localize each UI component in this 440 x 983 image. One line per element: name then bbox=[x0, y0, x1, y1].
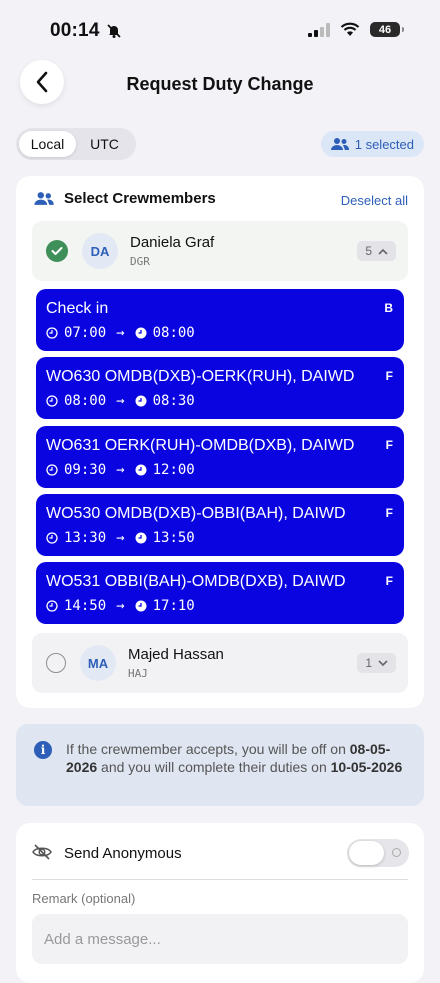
duty-count-toggle[interactable]: 5 bbox=[357, 241, 396, 261]
arrow-right-icon: → bbox=[116, 462, 125, 478]
duty-end: 13:50 bbox=[152, 530, 195, 546]
crew-name: Daniela Graf bbox=[130, 234, 215, 251]
crew-code: HAJ bbox=[128, 667, 148, 680]
duty-end: 17:10 bbox=[152, 598, 195, 614]
clock-end-icon bbox=[135, 395, 147, 407]
duty-count-toggle[interactable]: 1 bbox=[357, 653, 396, 673]
toggle-knob bbox=[349, 841, 384, 865]
avatar: MA bbox=[80, 645, 116, 681]
duty-item[interactable]: WO531 OBBI(BAH)-OMDB(DXB), DAIWD F 14:50… bbox=[36, 562, 404, 624]
duty-start: 14:50 bbox=[64, 598, 107, 614]
crew-name: Majed Hassan bbox=[128, 646, 224, 663]
clock-end-icon bbox=[135, 600, 147, 612]
deselect-all-link[interactable]: Deselect all bbox=[341, 193, 408, 208]
clock-end-icon bbox=[135, 532, 147, 544]
users-icon bbox=[34, 192, 54, 205]
checkmark-icon[interactable] bbox=[46, 240, 68, 262]
send-anonymous-toggle[interactable] bbox=[347, 839, 409, 867]
wifi-icon bbox=[340, 22, 360, 36]
duty-type-tag: F bbox=[385, 438, 393, 452]
duty-item[interactable]: WO631 OERK(RUH)-OMDB(DXB), DAIWD F 09:30… bbox=[36, 426, 404, 488]
duty-title: WO531 OBBI(BAH)-OMDB(DXB), DAIWD bbox=[46, 573, 346, 590]
arrow-right-icon: → bbox=[116, 325, 125, 341]
status-time: 00:14 bbox=[50, 20, 122, 42]
duty-start: 07:00 bbox=[64, 325, 107, 341]
message-input[interactable] bbox=[32, 914, 408, 964]
page-title: Request Duty Change bbox=[126, 74, 314, 94]
bell-muted-icon bbox=[106, 24, 121, 38]
toggle-off-indicator bbox=[392, 848, 401, 857]
divider bbox=[32, 879, 408, 880]
duty-item[interactable]: Check in B 07:00 → 08:00 bbox=[36, 289, 404, 351]
arrow-right-icon: → bbox=[116, 393, 125, 409]
send-anonymous-label: Send Anonymous bbox=[64, 845, 182, 862]
info-text-part2: and you will complete their duties on bbox=[101, 759, 327, 775]
avatar: DA bbox=[82, 233, 118, 269]
arrow-right-icon: → bbox=[116, 530, 125, 546]
users-icon bbox=[330, 138, 349, 150]
arrow-right-icon: → bbox=[116, 598, 125, 614]
battery-level: 46 bbox=[378, 23, 392, 36]
status-time-text: 00:14 bbox=[50, 20, 100, 41]
duty-count: 1 bbox=[365, 656, 372, 670]
duty-title: WO631 OERK(RUH)-OMDB(DXB), DAIWD bbox=[46, 437, 355, 454]
duty-start: 09:30 bbox=[64, 462, 107, 478]
duty-type-tag: B bbox=[384, 301, 393, 315]
date-complete: 10-05-2026 bbox=[330, 759, 403, 775]
clock-start-icon bbox=[46, 532, 58, 544]
duty-item[interactable]: WO530 OMDB(DXB)-OBBI(BAH), DAIWD F 13:30… bbox=[36, 494, 404, 556]
clock-start-icon bbox=[46, 464, 58, 476]
tab-utc[interactable]: UTC bbox=[76, 131, 133, 157]
clock-start-icon bbox=[46, 395, 58, 407]
duty-title: WO530 OMDB(DXB)-OBBI(BAH), DAIWD bbox=[46, 505, 346, 522]
unchecked-radio[interactable] bbox=[46, 653, 66, 673]
info-text-part1: If the crewmember accepts, you will be o… bbox=[66, 741, 346, 757]
selected-count-badge[interactable]: 1 selected bbox=[320, 131, 424, 157]
timezone-toggle[interactable]: Local UTC bbox=[16, 128, 136, 160]
chevron-up-icon bbox=[378, 248, 388, 255]
info-text: If the crewmember accepts, you will be o… bbox=[66, 740, 406, 776]
battery-icon: 46 bbox=[370, 22, 404, 37]
clock-start-icon bbox=[46, 600, 58, 612]
cellular-signal-icon bbox=[308, 22, 330, 37]
eye-off-icon bbox=[32, 843, 52, 866]
duty-type-tag: F bbox=[385, 574, 393, 588]
duty-start: 08:00 bbox=[64, 393, 107, 409]
info-icon: i bbox=[34, 741, 52, 759]
clock-start-icon bbox=[46, 327, 58, 339]
selected-count-label: 1 selected bbox=[354, 136, 414, 152]
crew-code: DGR bbox=[130, 255, 150, 268]
chevron-down-icon bbox=[378, 659, 388, 666]
status-icons: 46 bbox=[308, 22, 404, 37]
crew-section-title: Select Crewmembers bbox=[64, 190, 216, 207]
info-banner: i If the crewmember accepts, you will be… bbox=[16, 724, 424, 806]
crew-row[interactable]: MA Majed Hassan HAJ 1 bbox=[32, 633, 408, 693]
crew-section-header: Select Crewmembers bbox=[34, 190, 216, 207]
duty-start: 13:30 bbox=[64, 530, 107, 546]
duty-title: WO630 OMDB(DXB)-OERK(RUH), DAIWD bbox=[46, 368, 355, 385]
duty-item[interactable]: WO630 OMDB(DXB)-OERK(RUH), DAIWD F 08:00… bbox=[36, 357, 404, 419]
duty-title: Check in bbox=[46, 300, 109, 317]
crew-row[interactable]: DA Daniela Graf DGR 5 bbox=[32, 221, 408, 281]
clock-end-icon bbox=[135, 327, 147, 339]
duty-type-tag: F bbox=[385, 369, 393, 383]
duty-count: 5 bbox=[365, 244, 372, 258]
tab-local[interactable]: Local bbox=[19, 131, 76, 157]
duty-end: 12:00 bbox=[152, 462, 195, 478]
clock-end-icon bbox=[135, 464, 147, 476]
duty-end: 08:30 bbox=[152, 393, 195, 409]
duty-end: 08:00 bbox=[152, 325, 195, 341]
duty-type-tag: F bbox=[385, 506, 393, 520]
remark-label: Remark (optional) bbox=[32, 891, 136, 906]
